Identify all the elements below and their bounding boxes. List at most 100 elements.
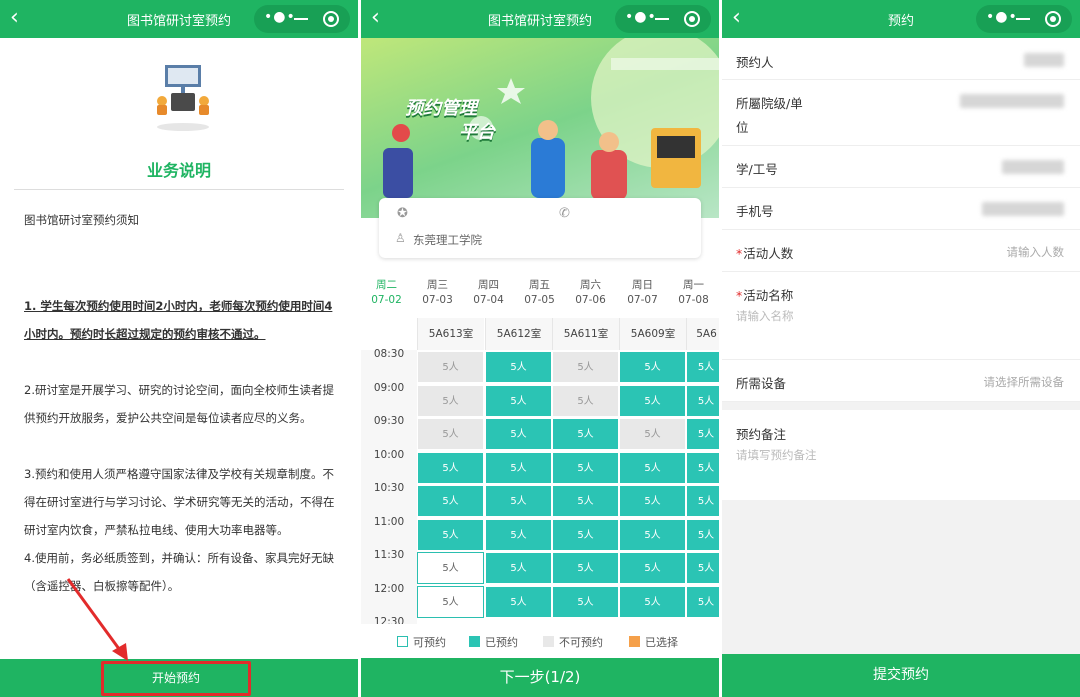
date-tab-weekday: 周四 [478, 279, 499, 291]
time-slot-cell: 5人 [686, 518, 719, 551]
time-slot-cell[interactable]: 5人 [417, 585, 484, 618]
time-slot-cell: 5人 [485, 451, 552, 484]
reserver-value-redacted [1024, 53, 1064, 67]
legend-unavailable: 不可预约 [543, 634, 603, 650]
participant-count-row[interactable]: *活动人数 请输入人数 [722, 230, 1080, 272]
time-slot-cell: 5人 [552, 451, 619, 484]
close-icon[interactable] [323, 11, 339, 27]
minimize-icon[interactable] [655, 18, 669, 20]
legend-selected: 已选择 [629, 634, 678, 650]
time-slot-cell: 5人 [485, 351, 552, 383]
date-tab-date: 07-08 [678, 294, 709, 306]
more-icon[interactable]: •●• [264, 9, 296, 25]
time-slot-cell: 5人 [552, 552, 619, 584]
time-slot-cell: 5人 [552, 351, 619, 383]
date-tab-date: 07-02 [371, 294, 402, 306]
minimize-icon[interactable] [294, 18, 308, 20]
time-slot-cell: 5人 [552, 485, 619, 517]
time-slot-cell: 5人 [485, 485, 552, 517]
badge-icon: ✪ [397, 206, 408, 221]
time-slot-cell: 5人 [619, 418, 686, 450]
time-slot-cell: 5人 [619, 351, 686, 383]
miniprogram-capsule: •●• [976, 5, 1072, 33]
time-slot-cell: 5人 [552, 384, 619, 417]
legend-unavailable-label: 不可预约 [559, 636, 603, 649]
date-tab[interactable]: 周四 07-04 [463, 278, 514, 308]
date-tab-weekday: 周二 [376, 279, 397, 291]
college-label-line2: 位 [736, 120, 749, 135]
time-slot-cell: 5人 [686, 418, 719, 450]
date-tab[interactable]: 周五 07-05 [514, 278, 565, 308]
time-slot-cell: 5人 [485, 585, 552, 618]
time-slot-cell: 5人 [686, 552, 719, 584]
minimize-icon[interactable] [1016, 18, 1030, 20]
college-label-line1: 所屬院级/单 [736, 96, 803, 111]
time-slot-cell[interactable]: 5人 [417, 552, 484, 584]
legend-selected-label: 已选择 [645, 636, 678, 649]
time-slot-cell: 5人 [417, 451, 484, 484]
equipment-select[interactable]: 请选择所需设备 [984, 374, 1065, 390]
more-icon[interactable]: •●• [625, 9, 657, 25]
close-icon[interactable] [1045, 11, 1061, 27]
required-mark: * [736, 246, 743, 261]
notice-body: 1. 学生每次预约使用时间2小时内，老师每次预约使用时间4小时内。预约时长超过规… [24, 292, 342, 600]
time-slot-cell: 5人 [686, 351, 719, 383]
time-slot-cell: 5人 [417, 518, 484, 551]
time-slot-cell: 5人 [619, 552, 686, 584]
time-slot-cell: 5人 [417, 485, 484, 517]
legend: 可预约 已预约 不可预约 已选择 [361, 626, 719, 656]
date-tab[interactable]: 周二 07-02 [361, 278, 412, 308]
time-slot-cell: 5人 [417, 418, 484, 450]
room-header: 5A611室 [552, 318, 619, 350]
time-slot-cell: 5人 [485, 418, 552, 450]
notice-rule-3: 3.预约和使用人须严格遵守国家法律及学校有关规章制度。不得在研讨室进行与学习讨论… [24, 467, 335, 537]
date-tab[interactable]: 周日 07-07 [617, 278, 668, 308]
date-tab-weekday: 周三 [427, 279, 448, 291]
remark-textarea[interactable]: 请填写预约备注 [736, 447, 817, 463]
remark-row[interactable]: 预约备注 请填写预约备注 [722, 410, 1080, 500]
phone-icon[interactable]: ✆ [559, 206, 570, 221]
student-id-row: 学/工号 [722, 146, 1080, 188]
next-step-button[interactable]: 下一步(1/2) [361, 658, 719, 697]
activity-name-label: *活动名称 [736, 285, 793, 304]
time-slot-cell: 5人 [552, 418, 619, 450]
room-header: 5A609室 [619, 318, 686, 350]
date-tab[interactable]: 周一 07-08 [668, 278, 719, 308]
unavailable-swatch [543, 636, 554, 647]
remark-label: 预约备注 [736, 427, 787, 442]
schedule-panel: ‹ 图书馆研讨室预约 •●• 预约管理 平台 ✪ ✆ ♙ 东莞理工学院 周二 0… [361, 0, 719, 697]
start-reservation-button[interactable]: 开始预约 [101, 661, 251, 696]
time-slot-cell: 5人 [619, 585, 686, 618]
time-slot-cell: 5人 [417, 384, 484, 417]
time-label: 11:30 [373, 549, 405, 561]
college-row: 所屬院级/单 位 [722, 80, 1080, 146]
equipment-row[interactable]: 所需设备 请选择所需设备 [722, 360, 1080, 402]
time-slot-cell: 5人 [686, 384, 719, 417]
time-slot-cell: 5人 [485, 518, 552, 551]
legend-booked-label: 已预约 [485, 636, 518, 649]
time-slot-cell: 5人 [619, 384, 686, 417]
close-icon[interactable] [684, 11, 700, 27]
time-label: 10:00 [373, 448, 405, 461]
red-arrow-annotation [66, 578, 128, 661]
time-slot-cell: 5人 [619, 518, 686, 551]
page-heading: 业务说明 [146, 161, 211, 180]
room-header: 5A612室 [485, 318, 552, 350]
time-slot-cell: 5人 [485, 552, 552, 584]
date-tab[interactable]: 周三 07-03 [412, 278, 463, 308]
meeting-room-icon [157, 65, 209, 131]
empty-area [722, 500, 1080, 654]
more-icon[interactable]: •●• [986, 9, 1018, 25]
reserver-row: 预约人 [722, 38, 1080, 80]
time-label: 10:30 [373, 482, 405, 494]
required-mark: * [736, 288, 743, 303]
activity-name-row[interactable]: *活动名称 请输入名称 [722, 272, 1080, 360]
date-tab[interactable]: 周六 07-06 [565, 278, 616, 308]
date-tab-weekday: 周五 [529, 279, 550, 291]
banner-title-line2: 平台 [459, 122, 495, 143]
participant-count-input[interactable]: 请输入人数 [1007, 244, 1065, 260]
time-slot-cell: 5人 [417, 351, 484, 383]
activity-name-input[interactable]: 请输入名称 [736, 308, 794, 324]
submit-reservation-button[interactable]: 提交预约 [722, 654, 1080, 697]
student-id-label: 学/工号 [736, 162, 778, 177]
